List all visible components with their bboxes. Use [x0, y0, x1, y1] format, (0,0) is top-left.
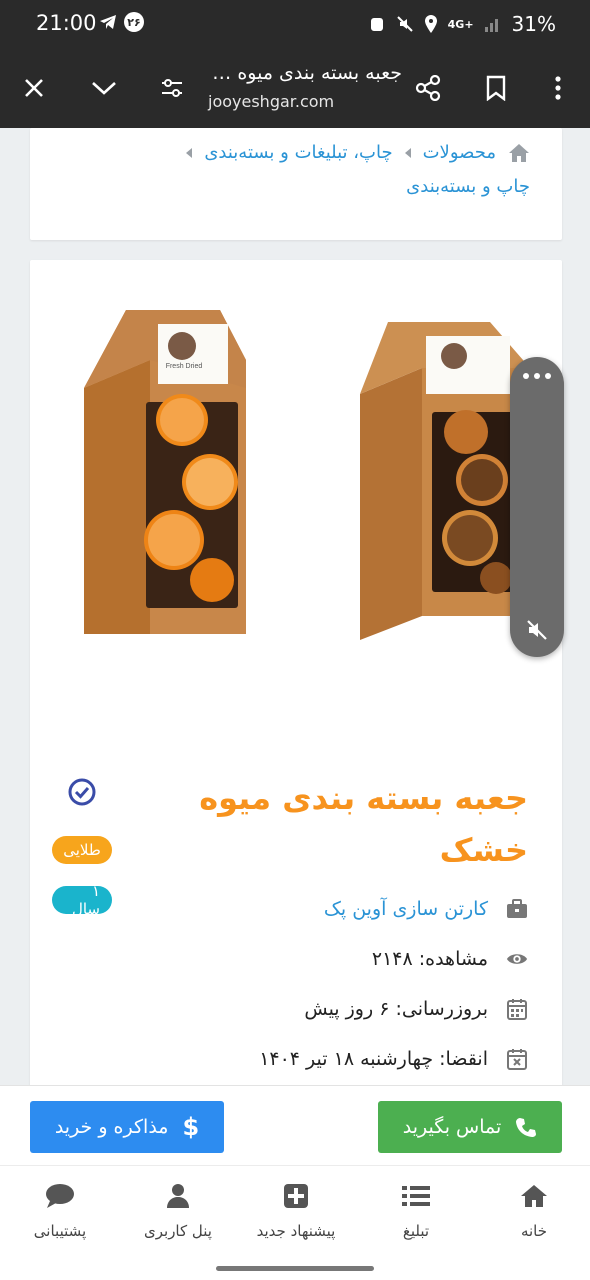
dollar-icon: $: [182, 1113, 200, 1141]
breadcrumb-item-print-packaging[interactable]: چاپ و بسته‌بندی: [406, 176, 530, 197]
home-icon[interactable]: [508, 143, 530, 163]
notification-badge: ۲۶: [124, 12, 144, 32]
gesture-handle[interactable]: [216, 1266, 374, 1271]
battery-level: 31%: [511, 12, 556, 36]
home-icon: [519, 1182, 549, 1210]
updated-text: بروزرسانی: ۶ روز پیش: [304, 998, 488, 1020]
phone-icon: [516, 1118, 537, 1137]
company-row[interactable]: کارتن سازی آوین پک: [324, 898, 528, 920]
bookmark-icon: [486, 75, 506, 101]
nav-user-panel-label: پنل کاربری: [144, 1222, 212, 1240]
user-icon: [163, 1182, 193, 1210]
product-title: جعبه بسته بندی میوه خشک: [199, 779, 528, 869]
location-icon: [424, 15, 437, 33]
browser-toolbar: جعبه بسته بندی میوه خشک jooyeshgar.com: [0, 48, 590, 128]
more-vertical-icon: [555, 76, 561, 100]
nav-ads-label: تبلیغ: [402, 1222, 430, 1240]
breadcrumb-item-print-ads[interactable]: چاپ، تبلیغات و بسته‌بندی: [204, 142, 392, 163]
status-left-icons: ۲۶: [98, 12, 144, 32]
calendar-icon: [506, 998, 528, 1020]
product-image[interactable]: Fresh Dried: [70, 310, 540, 650]
mute-icon: [396, 16, 413, 32]
eye-icon: [506, 948, 528, 970]
chevron-down-icon: [92, 82, 116, 95]
nav-home[interactable]: خانه: [474, 1182, 590, 1240]
status-time: 21:00: [36, 11, 97, 35]
expire-row: انقضا: چهارشنبه ۱۸ تیر ۱۴۰۴: [259, 1048, 528, 1070]
bookmark-button[interactable]: [476, 68, 516, 108]
network-type: 4G+: [447, 17, 474, 31]
status-right-icons: 4G+ 31%: [368, 12, 556, 36]
telegram-icon: [100, 15, 116, 29]
page-title: جعبه بسته بندی میوه خشک: [206, 62, 402, 84]
breadcrumb-item-products[interactable]: محصولات: [423, 142, 496, 163]
close-button[interactable]: [14, 68, 54, 108]
gold-badge: طلایی: [52, 836, 112, 864]
call-button-label: تماس بگیرید: [402, 1116, 502, 1138]
call-button[interactable]: تماس بگیرید: [378, 1101, 562, 1153]
close-icon: [25, 79, 43, 97]
plus-square-icon: [281, 1182, 311, 1210]
more-horizontal-icon[interactable]: [510, 373, 564, 379]
floating-side-panel[interactable]: [510, 357, 564, 657]
breadcrumb-row: چاپ و بسته‌بندی: [406, 176, 530, 197]
expire-text: انقضا: چهارشنبه ۱۸ تیر ۱۴۰۴: [259, 1048, 488, 1070]
verified-check-icon: [68, 778, 96, 806]
list-icon: [401, 1182, 431, 1210]
alarm-icon: [370, 18, 383, 31]
page-url: jooyeshgar.com: [208, 92, 335, 111]
share-icon: [415, 75, 441, 101]
breadcrumb-row: محصولات چاپ، تبلیغات و بسته‌بندی: [186, 142, 530, 163]
nav-home-label: خانه: [520, 1222, 548, 1240]
volume-mute-icon[interactable]: [526, 619, 548, 641]
page-content: محصولات چاپ، تبلیغات و بسته‌بندی چاپ و ب…: [0, 128, 590, 1085]
membership-years-badge: ۱ سال: [52, 882, 112, 918]
status-bar: 21:00 ۲۶ 4G+ 31%: [0, 0, 590, 48]
breadcrumb: محصولات چاپ، تبلیغات و بسته‌بندی چاپ و ب…: [30, 128, 562, 240]
negotiate-buy-button[interactable]: $ مذاکره و خرید: [30, 1101, 224, 1153]
company-link[interactable]: کارتن سازی آوین پک: [324, 898, 488, 920]
site-settings-button[interactable]: [152, 68, 192, 108]
views-row: مشاهده: ۲۱۴۸: [372, 948, 528, 970]
box-label: Fresh Dried: [166, 363, 203, 370]
minimize-button[interactable]: [84, 68, 124, 108]
gesture-bar: [0, 1260, 590, 1280]
chat-icon: [45, 1182, 75, 1210]
nav-new-offer-label: پیشنهاد جدید: [256, 1222, 336, 1240]
breadcrumb-separator: [404, 147, 411, 158]
more-menu-button[interactable]: [538, 68, 578, 108]
nav-new-offer[interactable]: پیشنهاد جدید: [236, 1182, 356, 1240]
nav-support-label: پشتیبانی: [33, 1222, 87, 1240]
bottom-navigation: خانه تبلیغ پیشنهاد جدید پنل کاربری پشتیب…: [0, 1165, 590, 1260]
nav-user-panel[interactable]: پنل کاربری: [118, 1182, 238, 1240]
product-card: Fresh Dried جعبه بسته بندی میوه خشک طلای…: [30, 260, 562, 1085]
tune-icon: [162, 79, 182, 97]
nav-support[interactable]: پشتیبانی: [0, 1182, 120, 1240]
signal-icon: [484, 19, 498, 32]
views-count: مشاهده: ۲۱۴۸: [371, 948, 488, 970]
share-button[interactable]: [408, 68, 448, 108]
updated-row: بروزرسانی: ۶ روز پیش: [304, 998, 528, 1020]
calendar-x-icon: [506, 1048, 528, 1070]
negotiate-buy-label: مذاکره و خرید: [54, 1116, 169, 1138]
breadcrumb-separator: [186, 147, 193, 158]
nav-ads[interactable]: تبلیغ: [356, 1182, 476, 1240]
action-bar: تماس بگیرید $ مذاکره و خرید: [0, 1085, 590, 1165]
briefcase-icon: [506, 898, 528, 920]
